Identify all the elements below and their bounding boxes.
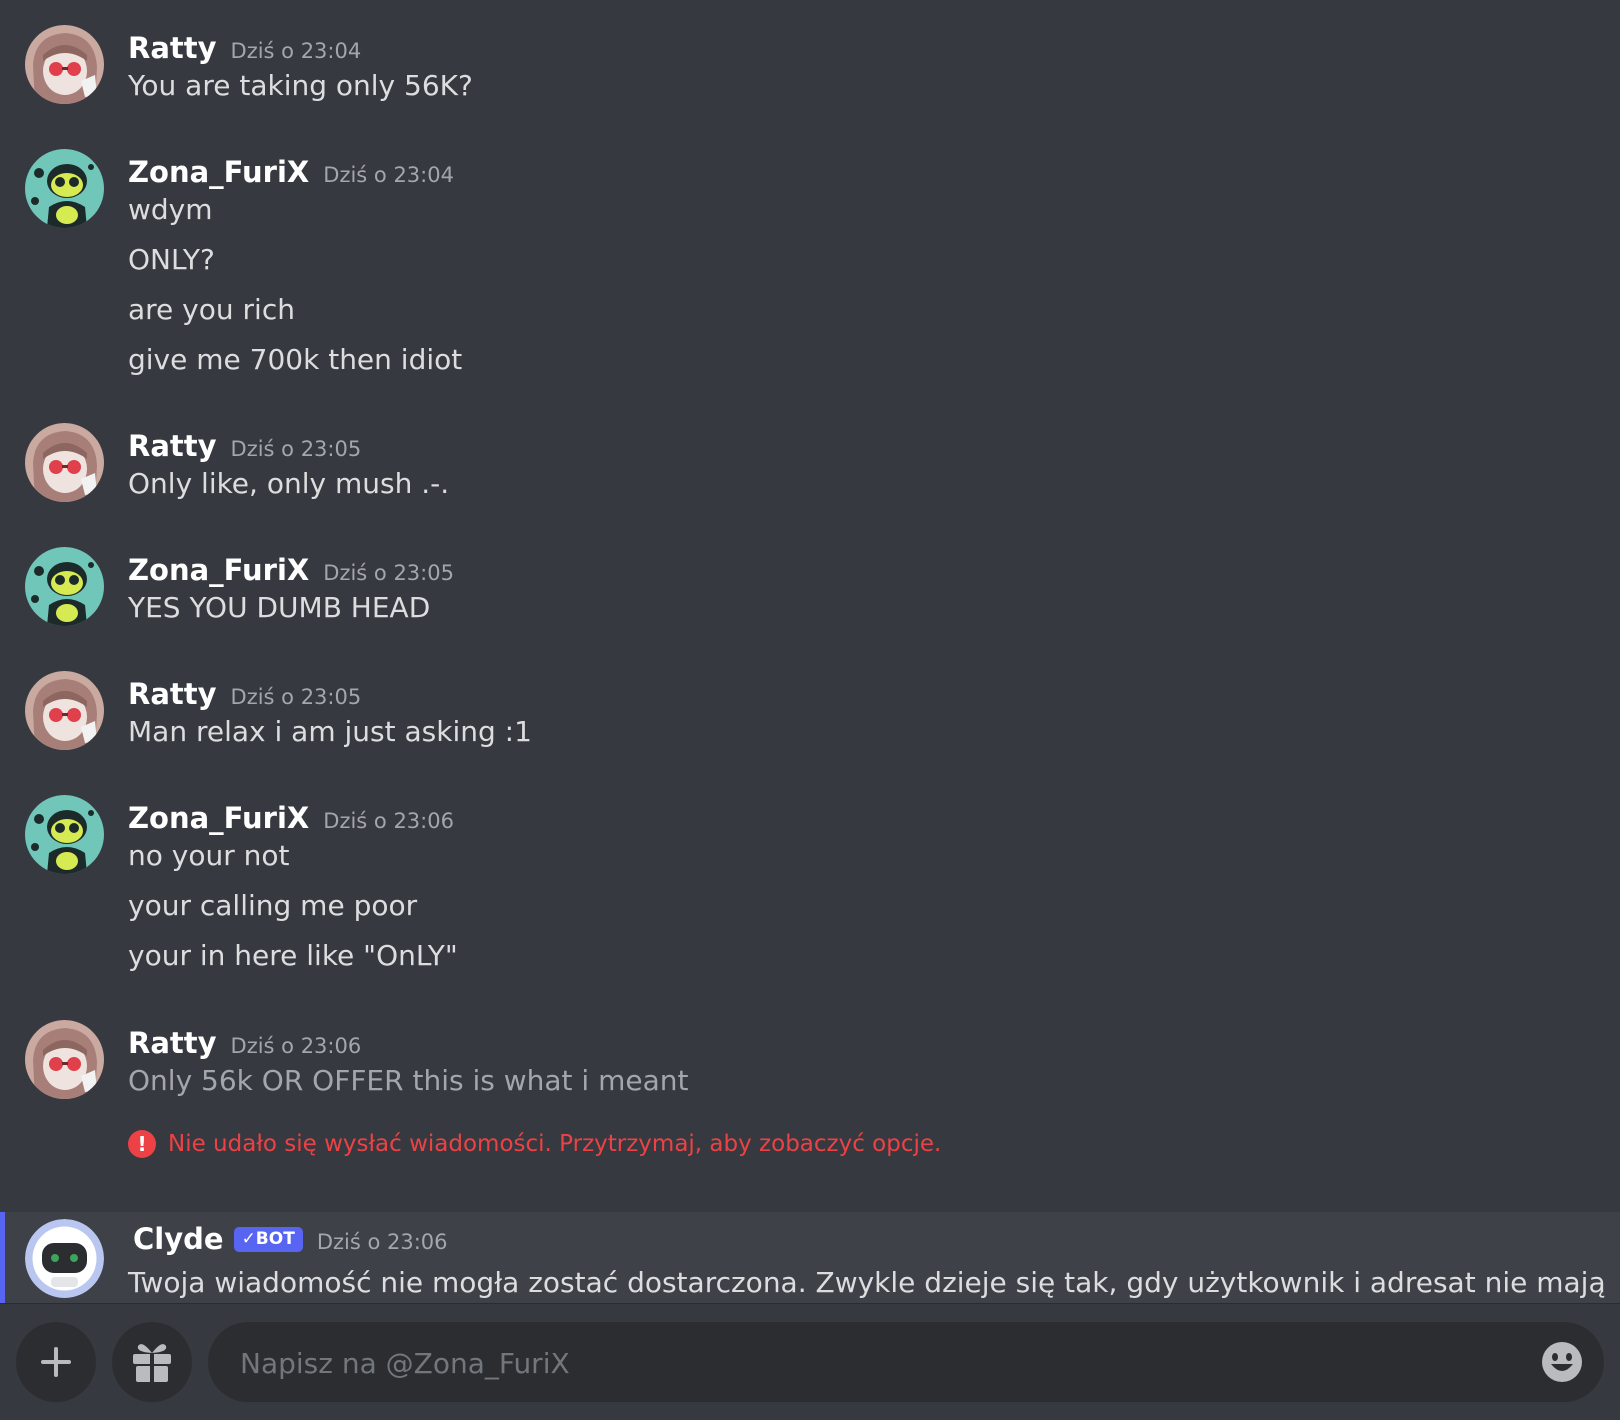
timestamp: Dziś o 23:05 xyxy=(323,561,454,585)
avatar-ratty[interactable] xyxy=(25,1020,104,1099)
avatar-zona-furix[interactable] xyxy=(25,149,104,228)
message-text: wdym xyxy=(128,193,213,226)
username[interactable]: Ratty xyxy=(128,31,217,65)
message-text: no your not xyxy=(128,839,290,872)
message-text: your in here like "OnLY" xyxy=(128,939,458,972)
message-text: Only like, only mush .-. xyxy=(128,467,450,500)
username[interactable]: Ratty xyxy=(128,677,217,711)
timestamp: Dziś o 23:06 xyxy=(316,1230,448,1254)
gift-icon xyxy=(133,1344,171,1382)
message-text: your calling me poor xyxy=(128,889,418,922)
avatar-ratty[interactable] xyxy=(25,25,104,104)
message-input[interactable] xyxy=(238,1322,1502,1404)
message-list[interactable]: Ratty Dziś o 23:04 You are taking only 56… xyxy=(0,0,1620,1303)
timestamp: Dziś o 23:05 xyxy=(230,685,362,709)
clyde-bot-message[interactable]: Clyde ✓BOT Dziś o 23:06 Twoja wiadomość ni… xyxy=(0,1212,1620,1303)
message-text: are you rich xyxy=(128,293,295,326)
message-text: ONLY? xyxy=(128,243,215,276)
avatar-zona-furix[interactable] xyxy=(25,547,104,626)
message-text: You are taking only 56K? xyxy=(128,69,473,102)
username[interactable]: Zona_FuriX xyxy=(128,801,309,835)
bot-badge: ✓BOT xyxy=(233,1227,303,1252)
username[interactable]: Ratty xyxy=(128,429,217,463)
plus-icon xyxy=(41,1347,71,1377)
avatar-clyde[interactable] xyxy=(25,1219,104,1298)
username[interactable]: Clyde xyxy=(133,1222,224,1256)
message-text: YES YOU DUMB HEAD xyxy=(128,591,431,624)
avatar-zona-furix[interactable] xyxy=(25,795,104,874)
timestamp: Dziś o 23:06 xyxy=(230,1034,362,1058)
timestamp: Dziś o 23:05 xyxy=(230,437,362,461)
error-icon: ! xyxy=(128,1130,156,1158)
timestamp: Dziś o 23:06 xyxy=(323,809,454,833)
emoji-icon[interactable] xyxy=(1540,1340,1584,1384)
send-error-notice[interactable]: ! Nie udało się wysłać wiadomości. Przytr… xyxy=(128,1130,941,1158)
timestamp: Dziś o 23:04 xyxy=(230,39,362,63)
avatar-ratty[interactable] xyxy=(25,423,104,502)
message-text: Man relax i am just asking :1 xyxy=(128,715,532,748)
username[interactable]: Zona_FuriX xyxy=(128,553,309,587)
timestamp: Dziś o 23:04 xyxy=(323,163,454,187)
attach-button[interactable] xyxy=(16,1322,96,1402)
message-text: Twoja wiadomość nie mogła zostać dostarc… xyxy=(128,1266,1606,1299)
message-composer xyxy=(0,1303,1620,1420)
send-error-text: Nie udało się wysłać wiadomości. Przytrz… xyxy=(168,1131,942,1157)
message-text: give me 700k then idiot xyxy=(128,343,463,376)
failed-message-text[interactable]: Only 56k OR OFFER this is what i meant xyxy=(128,1064,688,1097)
message-input-container[interactable] xyxy=(208,1322,1604,1404)
gift-button[interactable] xyxy=(112,1322,192,1402)
username[interactable]: Zona_FuriX xyxy=(128,155,309,189)
username[interactable]: Ratty xyxy=(128,1026,217,1060)
avatar-ratty[interactable] xyxy=(25,671,104,750)
